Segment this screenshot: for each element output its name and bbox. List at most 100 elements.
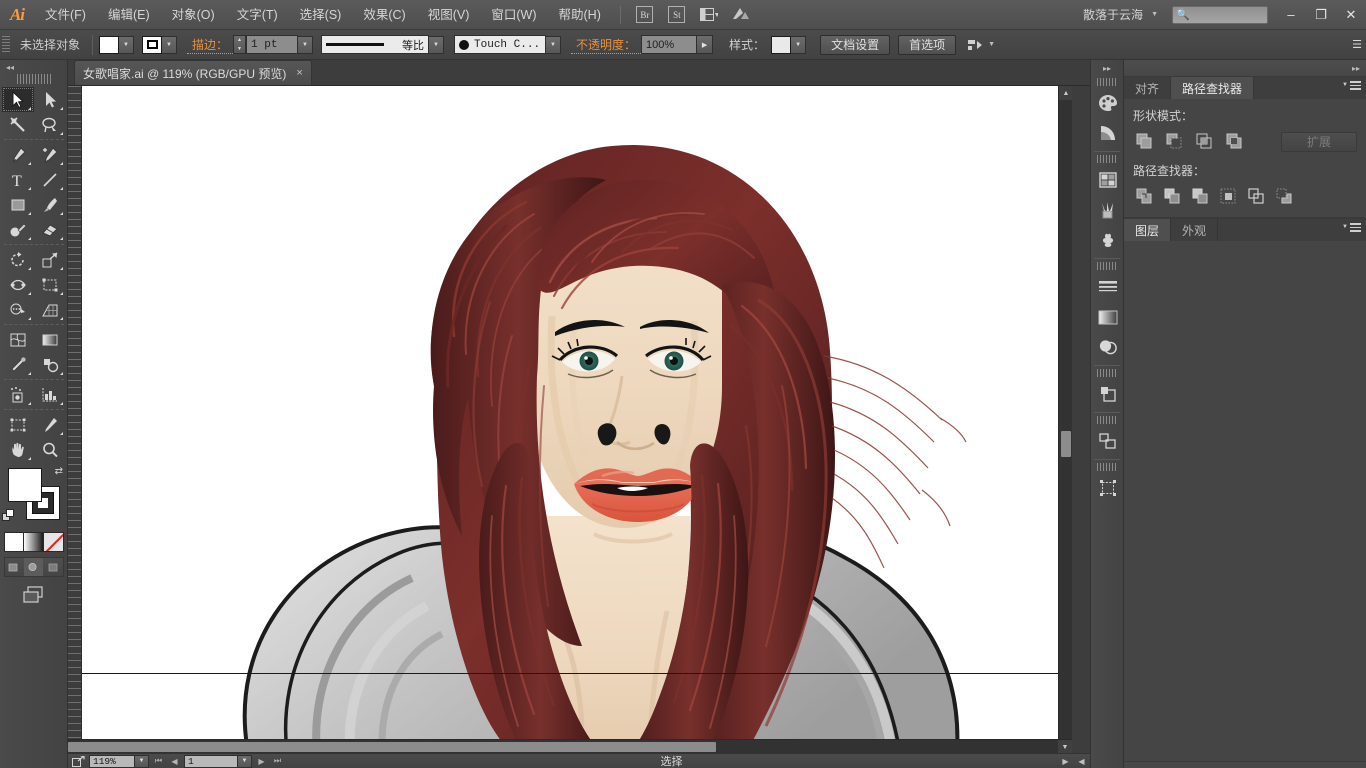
menu-window[interactable]: 窗口(W) — [480, 0, 547, 30]
menu-effect[interactable]: 效果(C) — [352, 0, 416, 30]
window-minimize-button[interactable]: – — [1276, 0, 1306, 30]
horizontal-scrollbar[interactable]: ▼ — [68, 739, 1072, 753]
dock-grip-5[interactable] — [1097, 416, 1117, 424]
change-screen-mode-icon[interactable] — [0, 585, 67, 605]
pen-tool[interactable] — [2, 142, 34, 167]
column-graph-tool[interactable] — [34, 382, 66, 407]
preferences-button[interactable]: 首选项 — [898, 35, 956, 55]
dock-grip-6[interactable] — [1097, 463, 1117, 471]
menu-edit[interactable]: 编辑(E) — [97, 0, 161, 30]
stroke-weight-chevron-down-icon[interactable]: ▼ — [298, 36, 313, 54]
close-icon[interactable]: × — [296, 67, 302, 79]
opacity-flyout-icon[interactable]: ▶ — [697, 35, 713, 54]
merge-button[interactable] — [1189, 186, 1211, 207]
next-artboard-icon[interactable]: ▶ — [255, 757, 268, 766]
menu-select[interactable]: 选择(S) — [289, 0, 353, 30]
workspace-chevron-down-icon[interactable]: ▼ — [1151, 11, 1158, 18]
magic-wand-tool[interactable] — [2, 112, 34, 137]
full-screen-with-menu-button[interactable] — [24, 558, 43, 576]
direct-selection-tool[interactable] — [34, 87, 66, 112]
vertical-ruler[interactable] — [68, 86, 82, 753]
symbol-sprayer-tool[interactable] — [2, 382, 34, 407]
menu-file[interactable]: 文件(F) — [34, 0, 97, 30]
stroke-profile-chevron-down-icon[interactable]: ▼ — [429, 36, 444, 54]
artboard-tool[interactable] — [2, 412, 34, 437]
expand-button[interactable]: 扩展 — [1281, 132, 1357, 152]
rotate-tool[interactable] — [2, 247, 34, 272]
width-tool[interactable] — [2, 272, 34, 297]
dock-grip-3[interactable] — [1097, 262, 1117, 270]
menu-type[interactable]: 文字(T) — [226, 0, 289, 30]
stroke-profile-select[interactable]: 等比 — [321, 35, 429, 54]
fill-color-swatch[interactable] — [99, 36, 119, 54]
brushes-panel-icon[interactable] — [1091, 195, 1125, 225]
fill-indicator[interactable] — [8, 468, 42, 502]
blend-tool[interactable] — [34, 352, 66, 377]
normal-screen-mode-button[interactable] — [5, 558, 24, 576]
brush-chevron-down-icon[interactable]: ▼ — [546, 36, 561, 54]
full-screen-mode-button[interactable] — [43, 558, 62, 576]
hand-tool[interactable] — [2, 437, 34, 462]
scroll-right-button[interactable]: ▼ — [1058, 740, 1072, 754]
default-fill-stroke-icon[interactable] — [2, 509, 16, 526]
graphic-style-swatch[interactable] — [771, 36, 791, 54]
stroke-weight-stepper[interactable]: ▲▼ — [233, 35, 246, 54]
swap-fill-stroke-icon[interactable]: ⇄ — [55, 466, 63, 477]
stock-icon[interactable]: St — [666, 5, 688, 25]
swatches-panel-icon[interactable] — [1091, 165, 1125, 195]
artwork-viewport[interactable]: ▲ ▼ — [82, 86, 1072, 753]
workspace-switcher[interactable]: 散落于云海 — [1079, 6, 1147, 23]
type-tool[interactable]: T — [2, 167, 34, 192]
intersect-button[interactable] — [1193, 131, 1215, 152]
line-segment-tool[interactable] — [34, 167, 66, 192]
zoom-tool[interactable] — [34, 437, 66, 462]
menu-object[interactable]: 对象(O) — [161, 0, 226, 30]
artboard-number-input[interactable]: 1 — [184, 755, 238, 768]
slice-tool[interactable] — [34, 412, 66, 437]
stroke-weight-label[interactable]: 描边： — [187, 36, 233, 54]
canvas-area[interactable]: ▲ ▼ ▼ — [68, 86, 1090, 768]
eraser-tool[interactable] — [34, 217, 66, 242]
align-chevron-down-icon[interactable]: ▼ — [988, 41, 995, 48]
selection-tool[interactable] — [2, 87, 34, 112]
align-panel-icon[interactable] — [1091, 426, 1125, 456]
opacity-label[interactable]: 不透明度： — [571, 36, 641, 54]
add-anchor-point-tool[interactable] — [34, 142, 66, 167]
stroke-weight-input[interactable]: 1 pt — [246, 35, 298, 54]
pathfinder-panel-menu-icon[interactable]: ▼ — [1342, 81, 1361, 90]
dock-expand-icon[interactable]: ▸▸ — [1091, 60, 1123, 76]
exclude-button[interactable] — [1223, 131, 1245, 152]
artwork-illustration[interactable] — [82, 86, 1072, 753]
menu-view[interactable]: 视图(V) — [417, 0, 481, 30]
panel-collapse-bar[interactable]: ▸▸ — [1124, 60, 1366, 76]
panel-collapse-icon[interactable]: ▸▸ — [1352, 64, 1360, 73]
scale-tool[interactable] — [34, 247, 66, 272]
share-on-behance-icon[interactable] — [70, 756, 86, 767]
crop-button[interactable] — [1217, 186, 1239, 207]
trim-button[interactable] — [1161, 186, 1183, 207]
dock-grip-1[interactable] — [1097, 78, 1117, 86]
free-transform-tool[interactable] — [34, 272, 66, 297]
align-objects-icon[interactable] — [966, 36, 984, 54]
minus-front-button[interactable] — [1163, 131, 1185, 152]
mesh-tool[interactable] — [2, 327, 34, 352]
lasso-tool[interactable] — [34, 112, 66, 137]
artboard-chevron-down-icon[interactable]: ▼ — [238, 755, 252, 768]
horizontal-scroll-thumb[interactable] — [68, 742, 716, 752]
rectangle-tool[interactable] — [2, 192, 34, 217]
brush-definition-select[interactable]: Touch C... — [454, 35, 546, 54]
bridge-icon[interactable]: Br — [634, 5, 656, 25]
last-artboard-icon[interactable]: ⏭ — [271, 756, 284, 766]
arrange-documents-icon[interactable] — [698, 5, 720, 25]
unite-button[interactable] — [1133, 131, 1155, 152]
tab-appearance[interactable]: 外观 — [1171, 219, 1218, 241]
window-close-button[interactable]: ✕ — [1336, 0, 1366, 30]
tab-align[interactable]: 对齐 — [1124, 77, 1171, 99]
document-setup-button[interactable]: 文档设置 — [820, 35, 890, 55]
color-panel-icon[interactable] — [1091, 88, 1125, 118]
layers-panel-body[interactable] — [1124, 241, 1366, 761]
search-input[interactable]: 🔍 — [1172, 6, 1268, 24]
divide-button[interactable] — [1133, 186, 1155, 207]
stroke-panel-icon[interactable] — [1091, 272, 1125, 302]
dock-grip-2[interactable] — [1097, 155, 1117, 163]
